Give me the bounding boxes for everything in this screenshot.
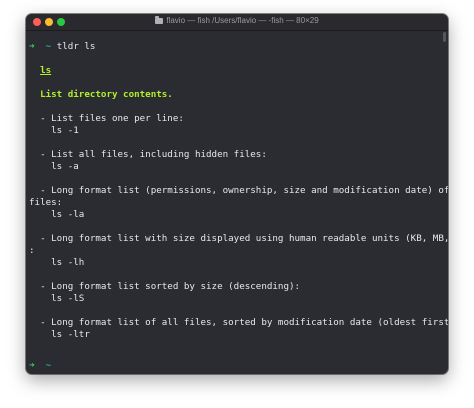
entry-desc: - Long format list of all files, sorted …	[40, 317, 448, 328]
page-name: ls	[40, 65, 52, 76]
entry-desc-wrap: files:	[29, 197, 63, 208]
prompt-arrow: ➜	[29, 360, 35, 371]
entry-code: ls -lh	[51, 257, 85, 268]
summary-line: List directory contents.	[29, 89, 173, 101]
prompt-arrow: ➜	[29, 41, 35, 52]
final-prompt[interactable]: ➜ ~	[29, 360, 51, 372]
terminal-window: flavio — fish /Users/flavio — -fish — 80…	[26, 14, 448, 374]
entry-code: ls -la	[51, 209, 85, 220]
title-bar: flavio — fish /Users/flavio — -fish — 80…	[26, 14, 448, 31]
typed-command: tldr ls	[56, 41, 96, 52]
prompt-dir: ~	[45, 41, 52, 52]
window-title: flavio — fish /Users/flavio — -fish — 80…	[26, 16, 448, 25]
entry-code: ls -lS	[51, 293, 85, 304]
folder-icon	[155, 16, 164, 24]
entry-desc: - Long format list with size displayed u…	[40, 233, 448, 244]
entry-desc: - List all files, including hidden files…	[40, 149, 267, 160]
entry-code: ls -a	[51, 161, 79, 172]
entry-desc: - List files one per line:	[40, 113, 184, 124]
entry-code: ls -1	[51, 125, 79, 136]
entry-desc-wrap: :	[29, 245, 35, 256]
page-summary: List directory contents.	[40, 89, 173, 100]
terminal-output[interactable]: ➜ ~ tldr ls ls List directory contents. …	[26, 31, 448, 374]
entry-code: ls -ltr	[51, 329, 90, 340]
entry-desc: - Long format list (permissions, ownersh…	[40, 185, 448, 196]
entry-desc: - Long format list sorted by size (desce…	[40, 281, 301, 292]
command-line: ➜ ~ tldr ls	[29, 41, 95, 53]
window-title-text: flavio — fish /Users/flavio — -fish — 80…	[166, 16, 319, 25]
page-heading: ls	[29, 65, 51, 77]
prompt-dir: ~	[45, 360, 52, 371]
